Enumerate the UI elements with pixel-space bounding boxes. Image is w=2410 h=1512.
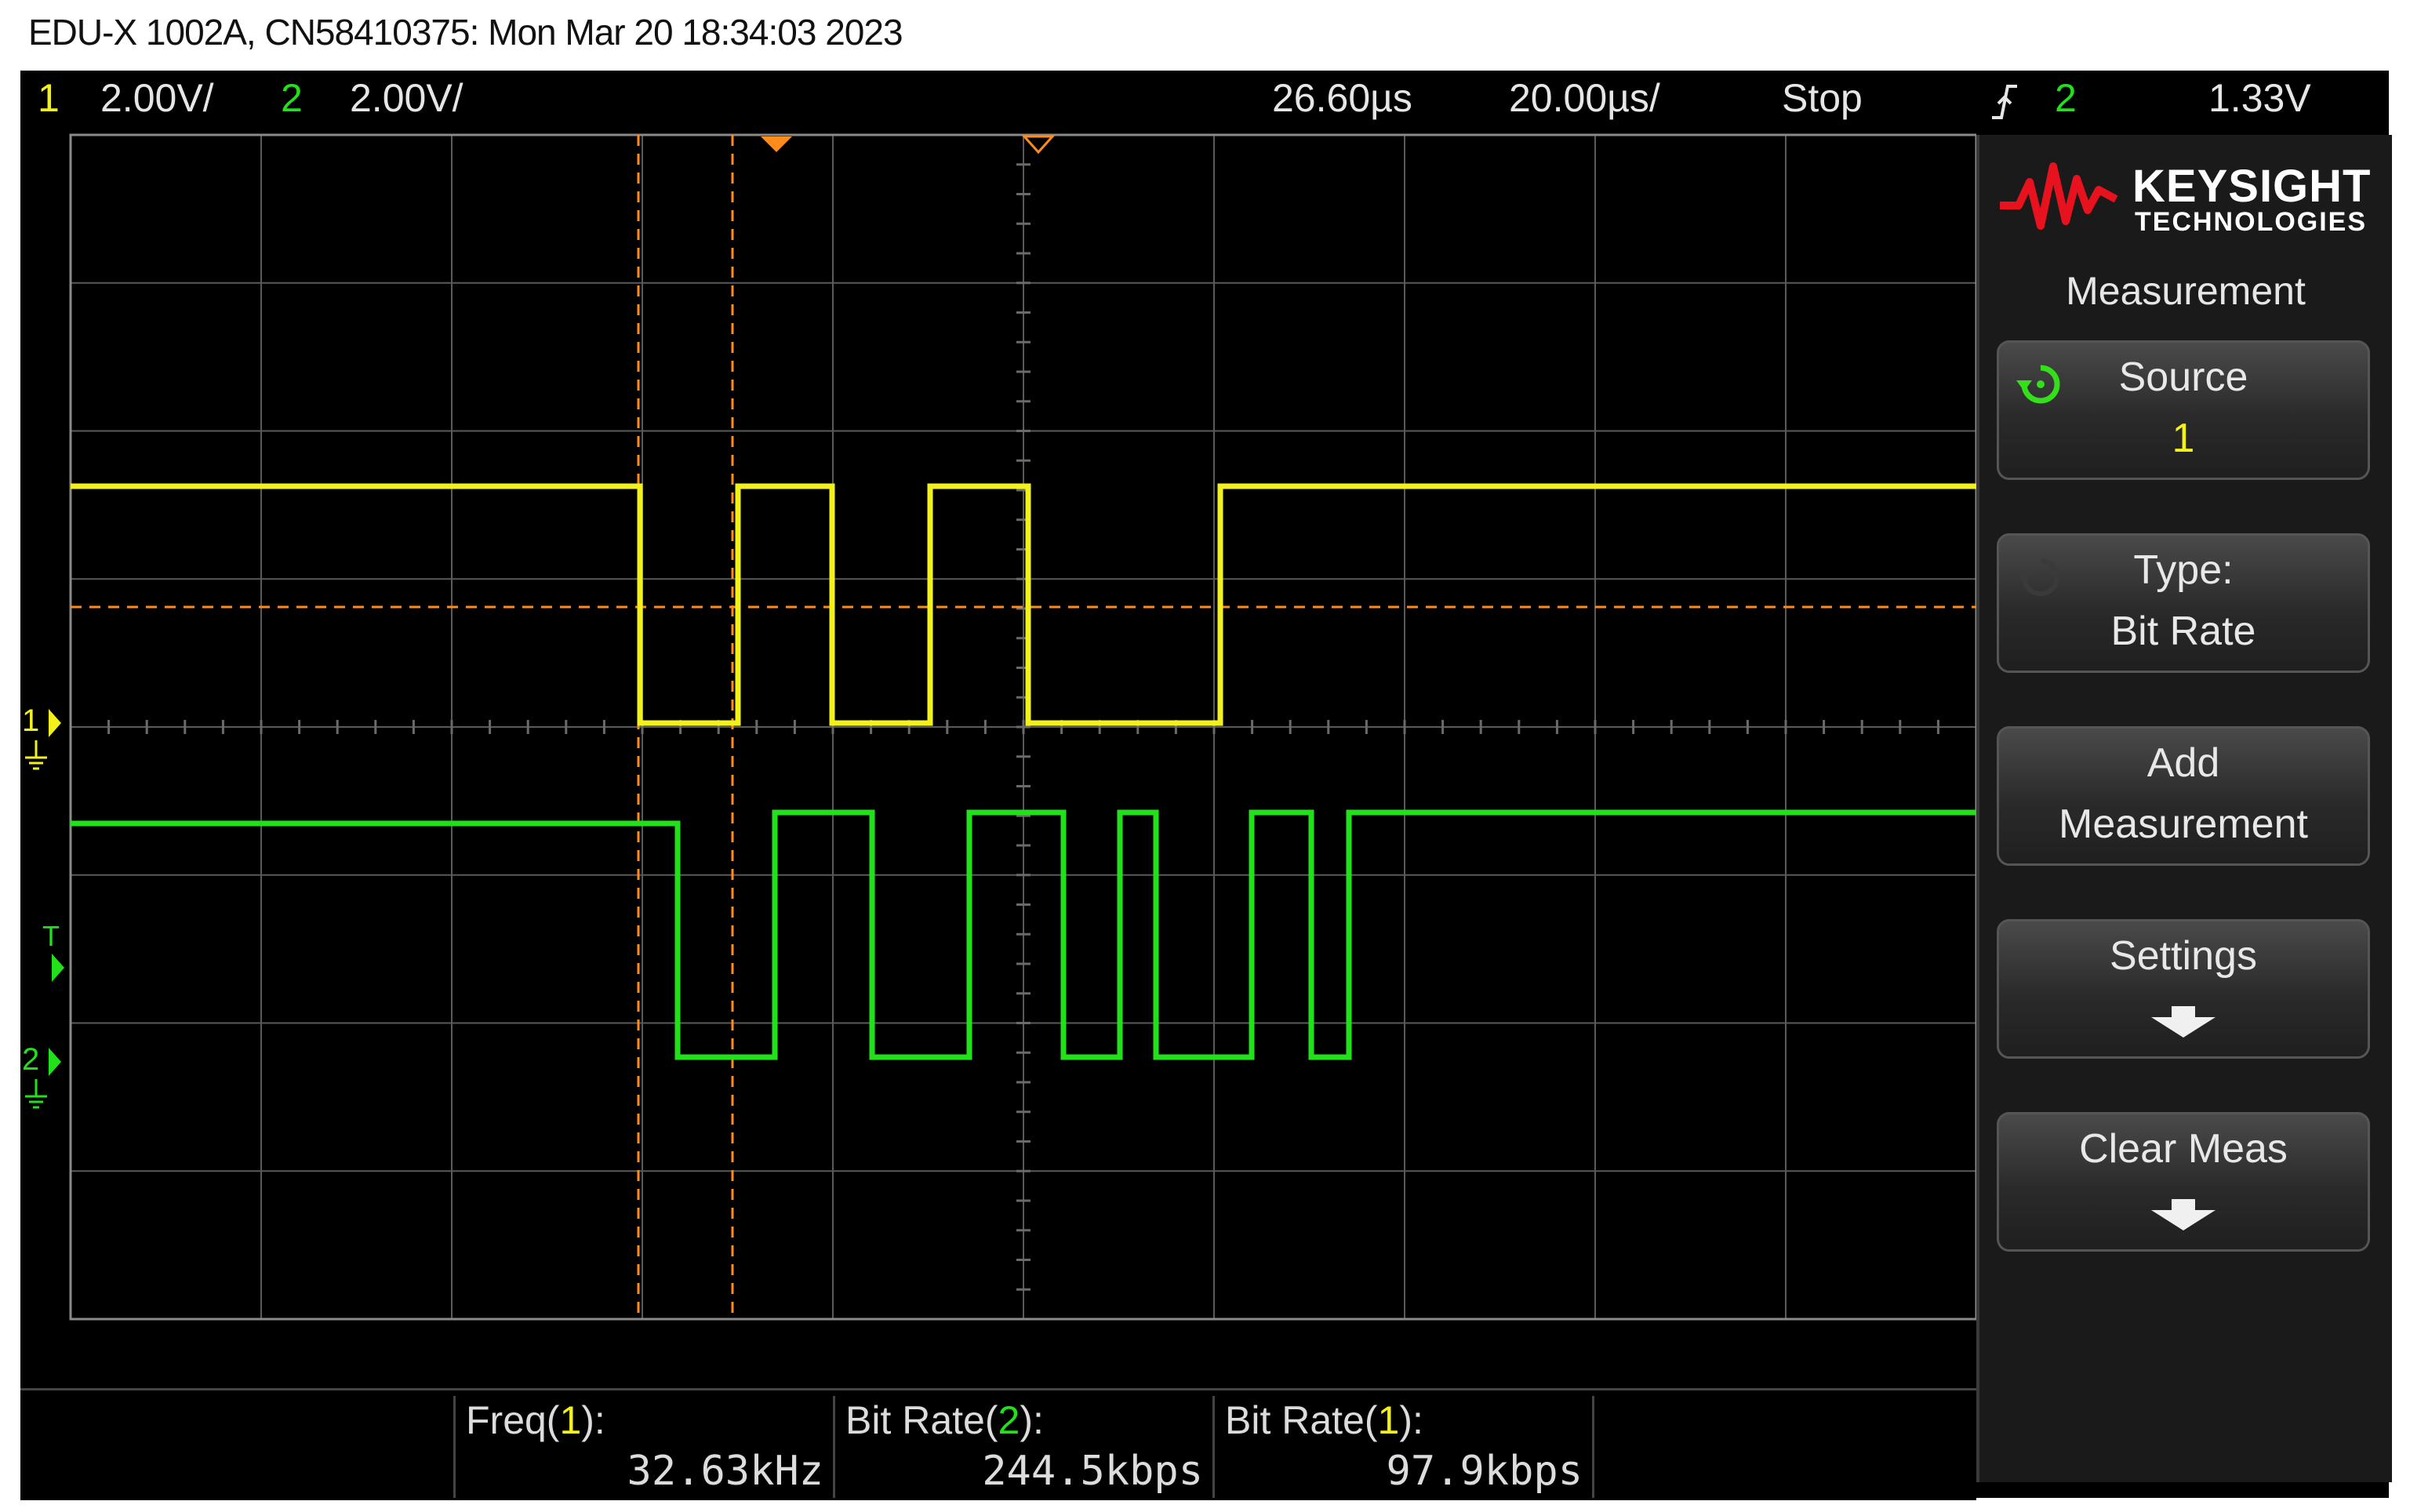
keysight-wave-icon [2000, 162, 2118, 230]
softkey-label: Measurement [2059, 801, 2308, 847]
ch2-number[interactable]: 2 [281, 75, 303, 121]
svg-text:T: T [42, 920, 60, 952]
horizontal-delay[interactable]: 26.60µs [1272, 75, 1412, 121]
clear-meas-softkey[interactable]: Clear Meas [1997, 1112, 2370, 1252]
measurement-divider [833, 1396, 835, 1498]
measurement-label: Bit Rate(2): [845, 1398, 1044, 1442]
ch2-scale[interactable]: 2.00V/ [350, 75, 463, 121]
trigger-source[interactable]: 2 [2055, 75, 2077, 121]
type-softkey[interactable]: Type: Bit Rate [1997, 533, 2370, 673]
softkey-label: Add [2146, 740, 2220, 786]
brand-subtitle: TECHNOLOGIES [2135, 207, 2368, 237]
ch1-number[interactable]: 1 [38, 75, 60, 121]
source-softkey[interactable]: Source 1 [1997, 340, 2370, 480]
softkey-label: Clear Meas [2079, 1126, 2288, 1172]
svg-text:1: 1 [22, 703, 39, 738]
brand-name: KEYSIGHT [2132, 161, 2372, 212]
menu-title: Measurement [2066, 269, 2306, 313]
measurement-value: 32.63kHz [627, 1448, 823, 1495]
softkey-value: 1 [2172, 416, 2195, 461]
down-arrow-icon [2151, 1199, 2216, 1230]
measurement-label: Bit Rate(1): [1225, 1398, 1423, 1442]
measurement-freq-ch1[interactable]: Freq(1): 32.63kHz [456, 1398, 833, 1499]
svg-text:2: 2 [22, 1042, 39, 1077]
measurement-divider [1592, 1396, 1594, 1498]
measurement-label: Freq(1): [466, 1398, 605, 1442]
measurement-value: 97.9kbps [1386, 1448, 1583, 1495]
measurement-value: 244.5kbps [982, 1448, 1203, 1495]
measurement-divider [453, 1396, 456, 1498]
measurement-divider [1212, 1396, 1215, 1498]
down-arrow-icon [2151, 1006, 2216, 1038]
softkey-label: Settings [2110, 933, 2257, 979]
measurement-bitrate-ch2[interactable]: Bit Rate(2): 244.5kbps [836, 1398, 1212, 1499]
status-bar: 1 2.00V/ 2 2.00V/ 26.60µs 20.00µs/ Stop … [20, 71, 2389, 133]
trigger-level[interactable]: 1.33V [2208, 75, 2311, 121]
window-title: EDU-X 1002A, CN58410375: Mon Mar 20 18:3… [28, 12, 903, 53]
softkey-label: Source [2118, 354, 2248, 400]
softkey-panel: KEYSIGHT TECHNOLOGIES Measurement Source… [1976, 135, 2392, 1482]
trigger-edge-icon [1989, 82, 2020, 132]
settings-softkey[interactable]: Settings [1997, 919, 2370, 1059]
ch1-scale[interactable]: 2.00V/ [100, 75, 214, 121]
oscilloscope-screen: 1 2.00V/ 2 2.00V/ 26.60µs 20.00µs/ Stop … [20, 71, 2392, 1500]
measurement-bitrate-ch1[interactable]: Bit Rate(1): 97.9kbps [1216, 1398, 1592, 1499]
timebase-scale[interactable]: 20.00µs/ [1509, 75, 1660, 121]
softkey-value: Bit Rate [2110, 609, 2256, 654]
add-measurement-softkey[interactable]: Add Measurement [1997, 726, 2370, 866]
waveform-graticule: 1 T 2 [20, 133, 1976, 1388]
keysight-logo: KEYSIGHT TECHNOLOGIES [1995, 151, 2379, 237]
run-state[interactable]: Stop [1782, 75, 1863, 121]
softkey-label: Type: [2133, 547, 2234, 593]
